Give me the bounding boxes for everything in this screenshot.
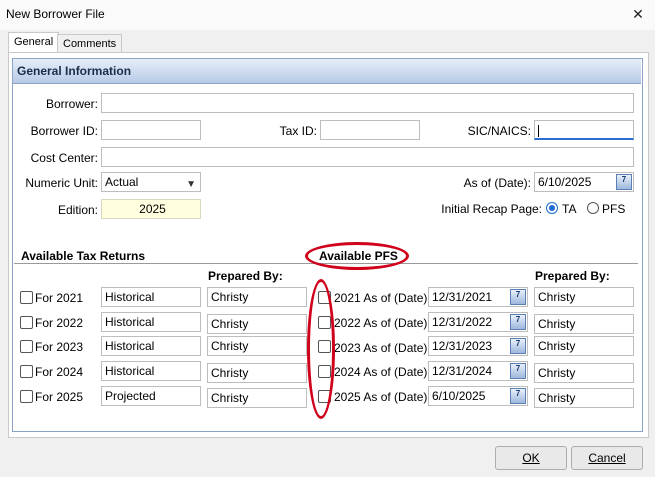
ok-button[interactable]: OK <box>495 446 567 470</box>
numeric-unit-label: Numeric Unit: <box>25 176 98 190</box>
annotation-ellipse-pfs-title <box>305 242 409 270</box>
tax-prepared-by-input[interactable]: Christy <box>207 388 307 408</box>
as-of-date-value: 6/10/2025 <box>538 175 592 189</box>
tab-comments[interactable]: Comments <box>57 34 123 53</box>
ok-button-label: OK <box>522 451 540 465</box>
tax-prepared-by-header: Prepared By: <box>208 269 283 283</box>
annotation-ellipse-pfs-checkboxes <box>307 279 335 419</box>
initial-recap-label: Initial Recap Page: <box>441 202 542 216</box>
numeric-unit-value: Actual <box>105 175 139 189</box>
pfs-label: 2023 As of (Date): <box>334 341 431 355</box>
tax-returns-title: Available Tax Returns <box>21 249 146 263</box>
calendar-icon[interactable]: 7 <box>510 314 526 330</box>
borrower-id-label: Borrower ID: <box>30 124 98 138</box>
borrower-input[interactable] <box>101 93 634 113</box>
cancel-button-label: Cancel <box>588 451 626 465</box>
tax-return-label: For 2022 <box>35 316 84 330</box>
tax-return-checkbox[interactable] <box>20 316 33 329</box>
cost-center-input[interactable] <box>101 147 634 167</box>
tab-general[interactable]: General <box>8 32 60 53</box>
pfs-label: 2022 As of (Date): <box>334 316 431 330</box>
numeric-unit-select[interactable]: Actual ▼ <box>101 172 201 192</box>
tax-return-type[interactable]: Historical <box>101 312 201 332</box>
tax-return-label: For 2025 <box>35 390 84 404</box>
borrower-label: Borrower: <box>45 97 98 111</box>
pfs-prepared-by-input[interactable]: Christy <box>534 388 634 408</box>
edition-label: Edition: <box>57 203 98 217</box>
edition-field: 2025 <box>101 199 201 219</box>
section-title: General Information <box>17 64 132 78</box>
pfs-label: 2021 As of (Date): <box>334 291 431 305</box>
calendar-icon[interactable]: 7 <box>510 363 526 379</box>
tax-prepared-by-input[interactable]: Christy <box>207 314 307 334</box>
tax-return-checkbox[interactable] <box>20 390 33 403</box>
window-title: New Borrower File <box>6 7 105 21</box>
tax-return-label: For 2021 <box>35 291 84 305</box>
pfs-label: 2025 As of (Date): <box>334 390 431 404</box>
tax-return-type[interactable]: Historical <box>101 336 201 356</box>
as-of-date-label: As of (Date): <box>463 176 531 190</box>
section-header: General Information <box>13 59 641 84</box>
pfs-label: 2024 As of (Date): <box>334 365 431 379</box>
recap-ta-radio[interactable] <box>546 202 558 214</box>
borrower-id-input[interactable] <box>101 120 201 140</box>
recap-ta-label: TA <box>562 202 577 216</box>
sic-naics-input[interactable] <box>534 120 634 140</box>
tax-return-label: For 2023 <box>35 340 84 354</box>
tax-return-label: For 2024 <box>35 365 84 379</box>
tax-id-input[interactable] <box>320 120 420 140</box>
tax-prepared-by-input[interactable]: Christy <box>207 363 307 383</box>
pfs-prepared-by-input[interactable]: Christy <box>534 314 634 334</box>
pfs-prepared-by-input[interactable]: Christy <box>534 336 634 356</box>
close-icon[interactable]: ✕ <box>628 4 648 24</box>
tax-id-label: Tax ID: <box>279 124 317 138</box>
tax-return-checkbox[interactable] <box>20 365 33 378</box>
tax-prepared-by-input[interactable]: Christy <box>207 336 307 356</box>
tax-return-checkbox[interactable] <box>20 340 33 353</box>
calendar-icon[interactable]: 7 <box>616 174 632 190</box>
calendar-icon[interactable]: 7 <box>510 388 526 404</box>
pfs-prepared-by-input[interactable]: Christy <box>534 287 634 307</box>
tax-return-type[interactable]: Historical <box>101 361 201 381</box>
cancel-button[interactable]: Cancel <box>571 446 643 470</box>
tax-return-type[interactable]: Projected <box>101 386 201 406</box>
calendar-icon[interactable]: 7 <box>510 338 526 354</box>
tax-prepared-by-input[interactable]: Christy <box>207 287 307 307</box>
pfs-prepared-by-input[interactable]: Christy <box>534 363 634 383</box>
recap-pfs-label: PFS <box>602 202 626 216</box>
text-caret <box>538 124 539 137</box>
tax-return-type[interactable]: Historical <box>101 287 201 307</box>
recap-pfs-radio[interactable] <box>587 202 599 214</box>
chevron-down-icon: ▼ <box>186 179 196 190</box>
tax-return-checkbox[interactable] <box>20 291 33 304</box>
calendar-icon[interactable]: 7 <box>510 289 526 305</box>
cost-center-label: Cost Center: <box>30 151 98 165</box>
pfs-prepared-by-header: Prepared By: <box>535 269 610 283</box>
sic-naics-label: SIC/NAICS: <box>467 124 531 138</box>
